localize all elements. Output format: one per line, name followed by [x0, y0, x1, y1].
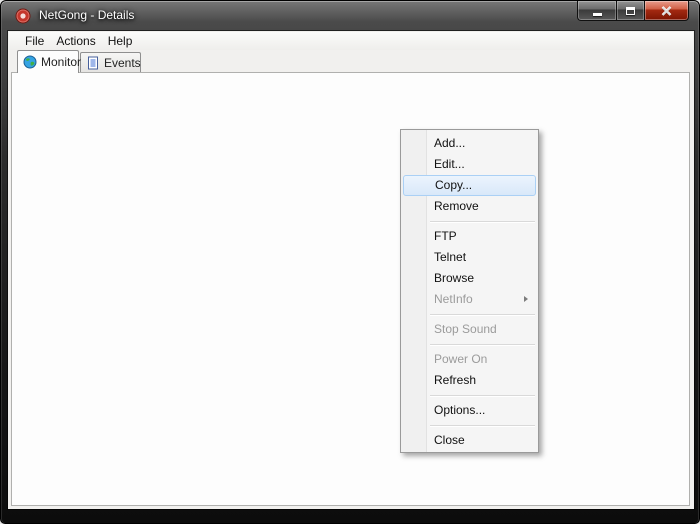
- menu-separator: [430, 395, 535, 396]
- menu-item-stop-sound: Stop Sound: [403, 319, 536, 340]
- menu-item-refresh[interactable]: Refresh: [403, 370, 536, 391]
- menu-item-browse[interactable]: Browse: [403, 268, 536, 289]
- menubar: File Actions Help: [9, 32, 693, 50]
- events-document-icon: [86, 56, 100, 70]
- tab-label: Events: [104, 56, 141, 70]
- minimize-icon: [593, 13, 602, 16]
- globe-icon: [23, 55, 37, 69]
- menu-separator: [430, 314, 535, 315]
- submenu-arrow-icon: [524, 296, 528, 302]
- tab-monitor[interactable]: Monitor: [17, 50, 79, 73]
- maximize-button[interactable]: [616, 1, 645, 21]
- tab-label: Monitor: [41, 55, 81, 69]
- menu-item-ftp[interactable]: FTP: [403, 226, 536, 247]
- tab-events[interactable]: Events: [80, 52, 141, 73]
- close-icon: [661, 6, 672, 16]
- app-window: NetGong - Details File Actions Help: [0, 0, 700, 524]
- menu-item-close[interactable]: Close: [403, 430, 536, 451]
- app-icon[interactable]: [15, 8, 31, 24]
- close-button[interactable]: [645, 1, 689, 21]
- window-title: NetGong - Details: [39, 1, 134, 31]
- menu-separator: [430, 344, 535, 345]
- menu-item-telnet[interactable]: Telnet: [403, 247, 536, 268]
- menu-item-remove[interactable]: Remove: [403, 196, 536, 217]
- tab-panel: [11, 72, 690, 506]
- menu-item-options[interactable]: Options...: [403, 400, 536, 421]
- menu-separator: [430, 425, 535, 426]
- menu-help[interactable]: Help: [102, 33, 139, 50]
- menu-item-netinfo: NetInfo: [403, 289, 536, 310]
- menu-item-copy[interactable]: Copy...: [403, 175, 536, 196]
- menu-file[interactable]: File: [19, 33, 50, 50]
- menu-actions[interactable]: Actions: [50, 33, 101, 50]
- context-menu: Add... Edit... Copy... Remove FTP Telnet…: [400, 129, 539, 453]
- menu-item-add[interactable]: Add...: [403, 133, 536, 154]
- menu-separator: [430, 221, 535, 222]
- titlebar[interactable]: NetGong - Details: [1, 1, 699, 31]
- maximize-icon: [626, 7, 635, 15]
- minimize-button[interactable]: [577, 1, 616, 21]
- window-controls: [577, 1, 689, 21]
- menu-item-power-on: Power On: [403, 349, 536, 370]
- menu-item-edit[interactable]: Edit...: [403, 154, 536, 175]
